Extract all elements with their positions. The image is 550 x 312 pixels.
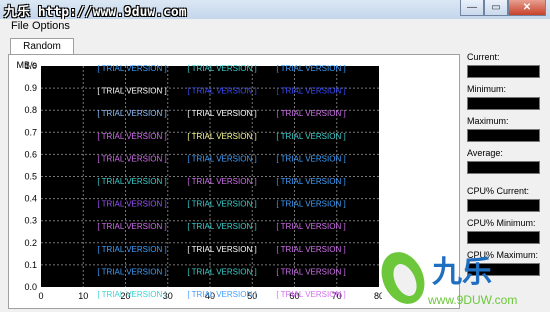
trial-watermark-label: [ TRIAL VERSION ] <box>276 109 345 118</box>
trial-watermark-label: [ TRIAL VERSION ] <box>97 64 166 73</box>
stat-label: Maximum: <box>467 116 509 126</box>
y-tick-label: 0.2 <box>24 238 37 248</box>
tab-random-read[interactable]: Random Read <box>10 38 74 68</box>
trial-watermark-label: [ TRIAL VERSION ] <box>276 267 345 276</box>
menu-file[interactable]: File <box>11 20 29 32</box>
trial-watermark-label: [ TRIAL VERSION ] <box>187 154 256 163</box>
trial-watermark-label: [ TRIAL VERSION ] <box>276 132 345 141</box>
trial-watermark-label: [ TRIAL VERSION ] <box>187 87 256 96</box>
x-tick-label: 10 <box>78 291 88 301</box>
trial-watermark-label: [ TRIAL VERSION ] <box>276 290 345 299</box>
trial-watermark-label: [ TRIAL VERSION ] <box>187 109 256 118</box>
brand-logo-text: 九乐 <box>432 256 492 289</box>
x-tick-label: 0 <box>38 291 43 301</box>
trial-watermark-label: [ TRIAL VERSION ] <box>97 109 166 118</box>
window-title: 九乐 http://www.9duw.com <box>4 5 187 20</box>
close-button[interactable]: ✕ <box>508 0 546 16</box>
y-tick-label: 0.5 <box>24 172 37 182</box>
chart: 1.0 0.9 0.8 0.7 0.6 0.5 0.4 0.3 0.2 0.1 0.0 0 10 20 30… <box>12 58 384 309</box>
trial-watermark-label: [ TRIAL VERSION ] <box>276 245 345 254</box>
site-watermark: 九乐 www.9DUW.com <box>380 232 550 309</box>
trial-watermark-label: [ TRIAL VERSION ] <box>276 177 345 186</box>
y-tick-label: 0.8 <box>24 105 37 115</box>
y-axis-label: MB/s <box>16 60 37 70</box>
y-tick-label: 0.3 <box>24 216 37 226</box>
y-tick-label: 0.6 <box>24 149 37 159</box>
y-tick-label: 0.9 <box>24 83 37 93</box>
trial-watermark-label: [ TRIAL VERSION ] <box>187 222 256 231</box>
trial-watermark-label: [ TRIAL VERSION ] <box>187 267 256 276</box>
title-bar: 九乐 http://www.9duw.com — ▭ ✕ <box>0 0 550 20</box>
y-tick-label: 0.1 <box>24 260 37 270</box>
trial-watermark-label: [ TRIAL VERSION ] <box>97 245 166 254</box>
y-tick-label: 0.0 <box>24 282 37 292</box>
stat-value-box <box>467 161 540 174</box>
stat-value-box <box>467 97 540 110</box>
brand-url: www.9DUW.com <box>427 293 517 307</box>
trial-watermark-label: [ TRIAL VERSION ] <box>97 222 166 231</box>
stat-label: Current: <box>467 52 500 62</box>
trial-watermark-label: [ TRIAL VERSION ] <box>187 64 256 73</box>
trial-watermark-label: [ TRIAL VERSION ] <box>97 87 166 96</box>
stat-value-box <box>467 129 540 142</box>
trial-watermark-label: [ TRIAL VERSION ] <box>187 245 256 254</box>
stat-value-box <box>467 199 540 212</box>
trial-watermark-label: [ TRIAL VERSION ] <box>276 200 345 209</box>
trial-watermark-label: [ TRIAL VERSION ] <box>97 154 166 163</box>
maximize-button[interactable]: ▭ <box>484 0 508 16</box>
trial-watermark-label: [ TRIAL VERSION ] <box>187 200 256 209</box>
trial-watermark-label: [ TRIAL VERSION ] <box>187 132 256 141</box>
trial-watermark-label: [ TRIAL VERSION ] <box>276 87 345 96</box>
trial-watermark-label: [ TRIAL VERSION ] <box>187 177 256 186</box>
trial-watermark-label: [ TRIAL VERSION ] <box>97 177 166 186</box>
stat-label: CPU% Current: <box>467 186 530 196</box>
y-tick-label: 0.7 <box>24 127 37 137</box>
minimize-button[interactable]: — <box>460 0 484 16</box>
trial-watermark-label: [ TRIAL VERSION ] <box>97 290 166 299</box>
trial-watermark-label: [ TRIAL VERSION ] <box>276 154 345 163</box>
menu-bar: File Options <box>0 19 550 34</box>
stat-label: Minimum: <box>467 84 507 94</box>
trial-watermark-label: [ TRIAL VERSION ] <box>97 132 166 141</box>
trial-watermark-label: [ TRIAL VERSION ] <box>276 222 345 231</box>
stat-value-box <box>467 65 540 78</box>
y-tick-label: 0.4 <box>24 194 37 204</box>
stat-label: Average: <box>467 148 503 158</box>
brand-logo <box>381 252 425 304</box>
chart-svg: 1.00.90.80.70.60.50.40.30.20.10.00 10 20 30… <box>16 60 384 301</box>
stat-label: CPU% Minimum: <box>467 218 536 228</box>
menu-options[interactable]: Options <box>32 20 70 32</box>
trial-watermark-label: [ TRIAL VERSION ] <box>97 267 166 276</box>
trial-watermark-label: [ TRIAL VERSION ] <box>97 200 166 209</box>
trial-watermark-label: [ TRIAL VERSION ] <box>187 290 256 299</box>
trial-watermark-label: [ TRIAL VERSION ] <box>276 64 345 73</box>
